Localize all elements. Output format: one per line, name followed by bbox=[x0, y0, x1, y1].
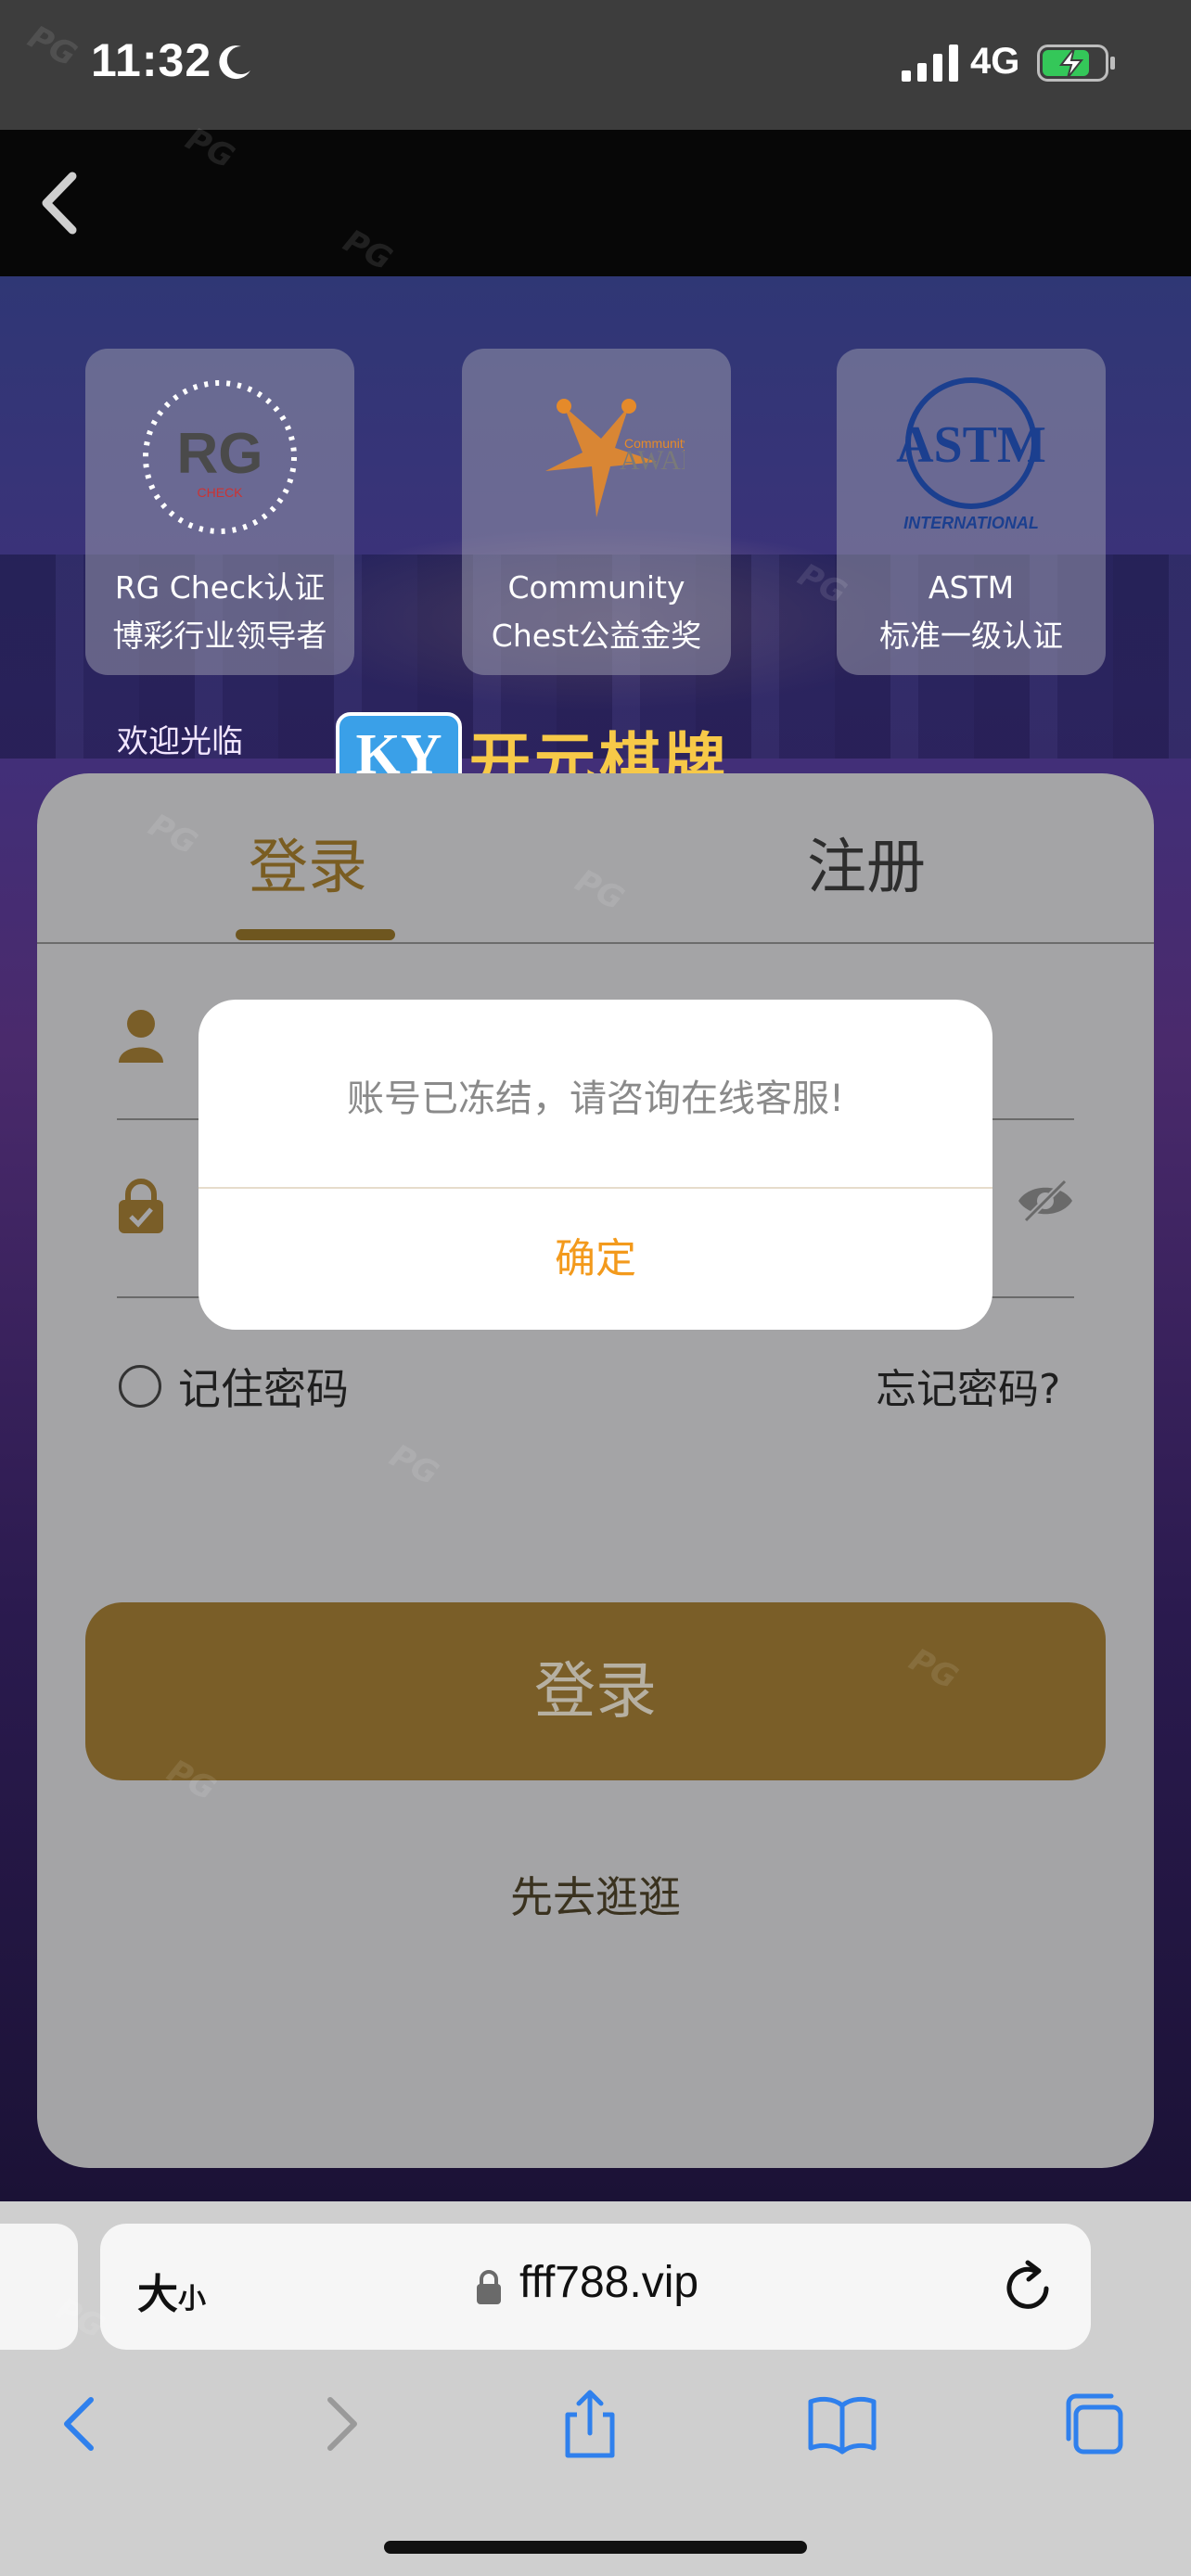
network-type: 4G bbox=[970, 41, 1020, 82]
home-indicator bbox=[384, 2541, 807, 2554]
lock-icon bbox=[119, 1179, 163, 1233]
remember-password-label[interactable]: 记住密码 bbox=[178, 1356, 349, 1417]
badge-caption: RG Check认证 博彩行业领导者 bbox=[112, 569, 327, 654]
badge-rg-check: RG CHECK RG Check认证 博彩行业领导者 bbox=[85, 349, 354, 675]
url-text[interactable]: fff788.vip bbox=[519, 2257, 698, 2308]
badge-astm: ASTM INTERNATIONAL ASTM 标准一级认证 bbox=[837, 349, 1106, 675]
nav-bar bbox=[0, 130, 1191, 276]
login-button[interactable]: 登录 bbox=[85, 1602, 1106, 1780]
community-chest-award-logo-icon: Community Chest AWARD bbox=[545, 399, 685, 517]
reload-icon[interactable] bbox=[1002, 2259, 1056, 2316]
badge-caption: Community Chest公益金奖 bbox=[491, 569, 702, 654]
bookmarks-icon[interactable] bbox=[805, 2387, 879, 2461]
status-time: 11:32 bbox=[91, 34, 212, 86]
rg-check-logo-icon: RG CHECK bbox=[143, 380, 297, 534]
share-icon[interactable] bbox=[553, 2387, 627, 2461]
browser-back-icon[interactable] bbox=[45, 2387, 119, 2461]
dialog-message: 账号已冻结，请咨询在线客服! bbox=[346, 1078, 845, 1120]
back-chevron-icon[interactable] bbox=[32, 163, 87, 243]
svg-text:AWARD: AWARD bbox=[620, 445, 685, 476]
status-bar: 11:32 4G bbox=[0, 0, 1191, 130]
address-bar[interactable]: 大小 fff788.vip bbox=[100, 2224, 1091, 2350]
forgot-password-link[interactable]: 忘记密码? bbox=[876, 1356, 1060, 1415]
signal-icon bbox=[902, 45, 958, 82]
previous-tab-preview[interactable] bbox=[0, 2224, 78, 2350]
text-size-button[interactable]: 大小 bbox=[137, 2261, 206, 2320]
badge-community-chest: Community Chest AWARD Community Chest公益金… bbox=[462, 349, 731, 675]
remember-password-radio[interactable] bbox=[119, 1365, 161, 1408]
alert-dialog: 账号已冻结，请咨询在线客服! 确定 bbox=[198, 1000, 992, 1330]
login-card: 登录 注册 记住密码 忘记密码? 登录 先去逛逛 bbox=[37, 773, 1154, 2168]
dialog-ok-button[interactable]: 确定 bbox=[198, 1189, 992, 1330]
browser-toolbar: 大小 fff788.vip bbox=[0, 2201, 1191, 2576]
astm-international-logo-icon: ASTM INTERNATIONAL bbox=[896, 377, 1046, 532]
svg-text:RG: RG bbox=[177, 422, 263, 486]
browser-forward-icon[interactable] bbox=[302, 2387, 377, 2461]
svg-text:ASTM: ASTM bbox=[896, 416, 1046, 474]
badge-caption: ASTM 标准一级认证 bbox=[879, 569, 1063, 654]
welcome-text: 欢迎光临 bbox=[117, 723, 243, 760]
tab-register[interactable]: 注册 bbox=[807, 820, 926, 905]
tab-login[interactable]: 登录 bbox=[249, 820, 367, 905]
secure-lock-icon bbox=[477, 2270, 501, 2304]
tab-divider bbox=[37, 942, 1154, 944]
battery-charging-icon bbox=[1037, 45, 1115, 82]
password-visibility-toggle-icon[interactable] bbox=[1015, 1176, 1076, 1226]
active-tab-indicator bbox=[236, 929, 395, 940]
browse-first-link[interactable]: 先去逛逛 bbox=[37, 1864, 1154, 1925]
svg-text:INTERNATIONAL: INTERNATIONAL bbox=[903, 514, 1039, 532]
user-icon bbox=[119, 1010, 163, 1063]
svg-text:CHECK: CHECK bbox=[197, 485, 243, 500]
tabs-overview-icon[interactable] bbox=[1057, 2387, 1132, 2461]
moon-icon bbox=[219, 45, 250, 80]
